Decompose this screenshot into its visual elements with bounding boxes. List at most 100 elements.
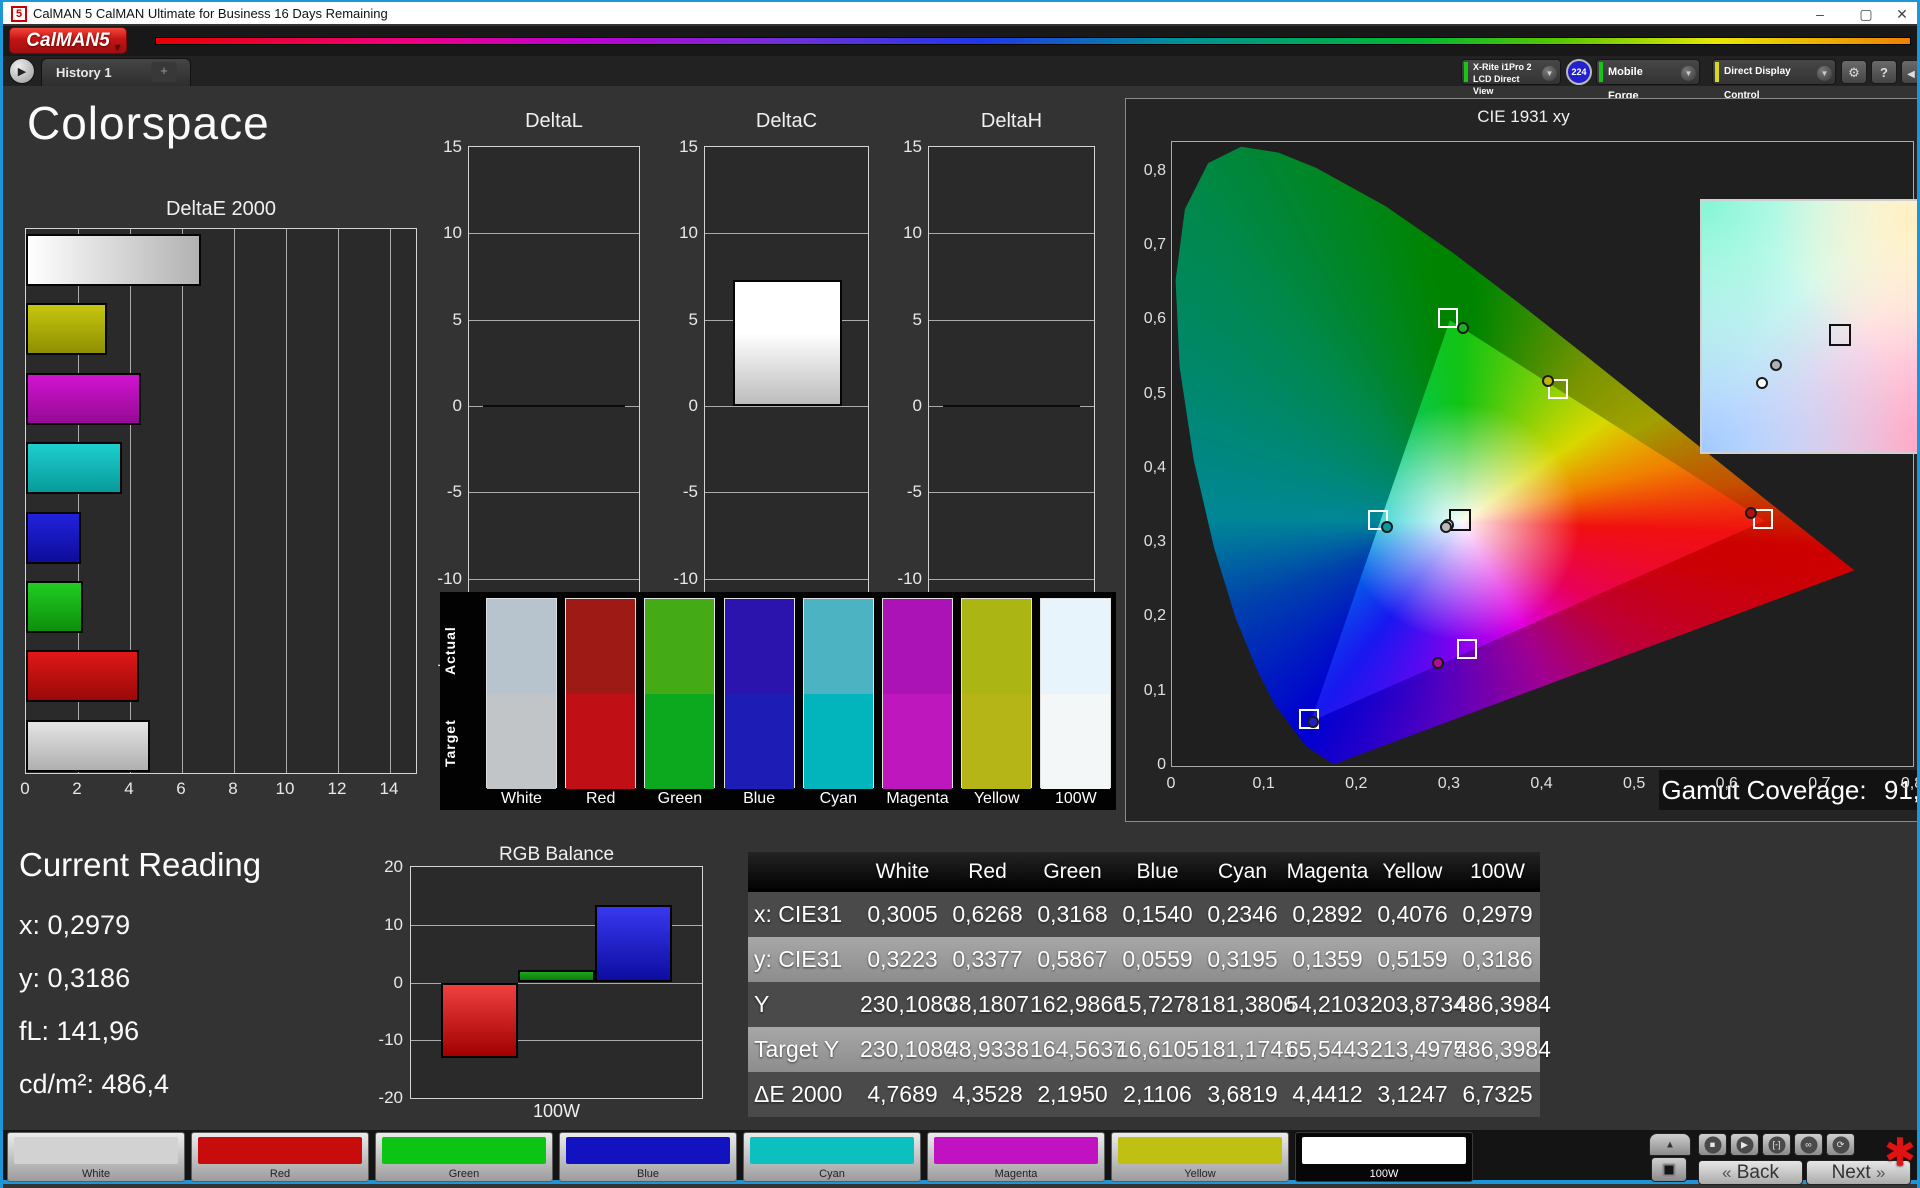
gamut-coverage-readout: Gamut Coverage: 91,5% — [1659, 770, 1917, 810]
back-button[interactable]: « Back — [1698, 1160, 1803, 1185]
deltae-tick-label: 8 — [228, 779, 238, 798]
patch-button-blue[interactable]: Blue — [559, 1132, 737, 1182]
record-button[interactable] — [1651, 1157, 1687, 1182]
patch-button-green[interactable]: Green — [375, 1132, 553, 1182]
range-icon: [-] — [1768, 1136, 1785, 1153]
delta-chart-deltal — [468, 146, 640, 666]
deltae-gridline — [182, 229, 183, 773]
display-control-dropdown[interactable]: Direct Display Control ▼ — [1712, 59, 1836, 101]
patch-color — [1118, 1137, 1282, 1164]
patch-button-100w[interactable]: 100W — [1295, 1132, 1473, 1182]
back-label: Back — [1736, 1162, 1779, 1183]
table-cell: 486,3984 — [1455, 991, 1551, 1017]
range-button[interactable]: [-] — [1762, 1133, 1791, 1156]
table-cell: 15,7278 — [1115, 991, 1200, 1017]
stop-icon: ■ — [1704, 1136, 1721, 1153]
table-header-row: White Red Green Blue Cyan Magenta Yellow 100W — [748, 852, 1540, 892]
delta-chart-title: DeltaC — [755, 110, 818, 132]
continuous-button[interactable]: ∞ — [1794, 1133, 1823, 1156]
cie-y-tick: 0,8 — [1143, 161, 1166, 179]
delta-tick-label: 15 — [443, 137, 462, 156]
table-row: x: CIE31 0,3005 0,6268 0,3168 0,1540 0,2346 0,… — [748, 892, 1540, 937]
add-tab-button[interactable]: + — [151, 62, 177, 82]
deltae-tick-label: 6 — [176, 779, 186, 798]
rgb-tick-label: 10 — [384, 914, 403, 934]
table-cell: 230,1080 — [860, 1036, 956, 1062]
table-cell: 0,0559 — [1122, 946, 1193, 972]
meter-device-dropdown[interactable]: X-Rite i1Pro 2 LCD Direct View ▼ — [1461, 59, 1561, 96]
cie-x-tick: 0,8 — [1900, 775, 1917, 792]
deltae-gridline — [338, 229, 339, 773]
minimize-button[interactable]: – — [1805, 4, 1835, 24]
refresh-button[interactable]: ⟳ — [1826, 1133, 1855, 1156]
swatch-actual — [724, 599, 794, 694]
delta-tick-label: 15 — [903, 137, 922, 156]
table-cell: 16,6105 — [1115, 1036, 1200, 1062]
reading-x: x: 0,2979 — [19, 910, 131, 940]
table-cell: 0,3377 — [952, 946, 1023, 972]
patch-color — [934, 1137, 1098, 1164]
meter-device-line2: LCD Direct View — [1473, 74, 1520, 96]
delta-tick-label: -5 — [906, 482, 922, 502]
collapse-panel-button[interactable]: ◀ — [1901, 60, 1917, 84]
delta-gridline — [705, 406, 868, 407]
maximize-button[interactable]: ▢ — [1851, 4, 1881, 24]
delta-gridline — [469, 233, 639, 235]
help-button[interactable]: ? — [1871, 60, 1897, 84]
patch-label: Red — [269, 1168, 291, 1180]
table-cell: 213,4975 — [1370, 1036, 1466, 1062]
patch-button-yellow[interactable]: Yellow — [1111, 1132, 1289, 1182]
delta-tick-label: -10 — [437, 568, 462, 588]
patch-button-magenta[interactable]: Magenta — [927, 1132, 1105, 1182]
patch-button-red[interactable]: Red — [191, 1132, 369, 1182]
status-bar-green — [1599, 62, 1603, 82]
cie-x-tick: 0,6 — [1715, 775, 1738, 792]
inset-target-square — [1828, 323, 1851, 346]
swatch-100w — [1040, 598, 1112, 789]
inset-measured-circle — [1755, 376, 1768, 389]
swatch-actual — [487, 599, 556, 694]
settings-button[interactable]: ⚙ — [1841, 60, 1867, 84]
table-cell: 2,1106 — [1123, 1081, 1192, 1107]
patch-button-cyan[interactable]: Cyan — [743, 1132, 921, 1182]
deltae-tick-label: 4 — [124, 779, 134, 798]
swatch-label: Cyan — [819, 790, 857, 807]
table-cell: 0,4076 — [1377, 901, 1448, 927]
patch-color — [14, 1137, 178, 1164]
deltae-tick-label: 2 — [72, 779, 82, 798]
delta-gridline — [705, 492, 868, 494]
table-cell: 0,2892 — [1292, 901, 1363, 927]
logo-strip: CalMAN5 ▼ — [3, 26, 1917, 56]
table-cell: 4,4412 — [1292, 1081, 1363, 1107]
close-button[interactable]: ✕ — [1887, 4, 1917, 24]
bottom-bar: White Red Green Blue Cyan Magenta Yellow 100W ▲… — [3, 1130, 1917, 1185]
whitepoint-inset — [1700, 199, 1917, 454]
patch-button-white[interactable]: White — [7, 1132, 185, 1182]
calman-logo-menu[interactable]: CalMAN5 ▼ — [9, 27, 127, 54]
expand-tray-button[interactable]: ▲ — [1649, 1133, 1691, 1156]
source-dropdown[interactable]: Mobile Forge ▼ — [1596, 59, 1700, 102]
patch-label: Magenta — [994, 1168, 1038, 1180]
table-cell: 230,1080 — [860, 991, 956, 1017]
meter-badge[interactable]: 224 — [1566, 59, 1592, 85]
stop-button[interactable]: ■ — [1698, 1133, 1727, 1156]
session-play-button[interactable]: ▶ — [9, 58, 35, 84]
table-row: Y 230,1080 38,1807 162,9866 15,7278 181,3806 5… — [748, 982, 1551, 1027]
patch-label: Yellow — [1184, 1168, 1216, 1180]
calman-window: 5 CalMAN 5 CalMAN Ultimate for Business … — [0, 0, 1920, 1188]
cie-measured-yellow — [1541, 374, 1554, 387]
deltae-gridline — [286, 229, 287, 773]
title-bar: 5 CalMAN 5 CalMAN Ultimate for Business … — [3, 0, 1917, 24]
cie-x-tick: 0,1 — [1252, 775, 1275, 792]
reading-cdm2: cd/m²: 486,4 — [19, 1069, 170, 1099]
table-cell: 0,2346 — [1207, 901, 1278, 927]
status-bar-green — [1464, 62, 1468, 82]
delta-tick-label: -5 — [682, 482, 698, 502]
play-button[interactable]: ▶ — [1730, 1133, 1759, 1156]
logo-text: CalMAN5 — [26, 30, 110, 51]
cie-y-tick: 0,5 — [1143, 384, 1166, 402]
table-cell: 0,1359 — [1292, 946, 1363, 972]
patch-label: White — [81, 1168, 111, 1180]
table-cell: 0,2979 — [1462, 901, 1533, 927]
patch-label: 100W — [1369, 1168, 1399, 1180]
